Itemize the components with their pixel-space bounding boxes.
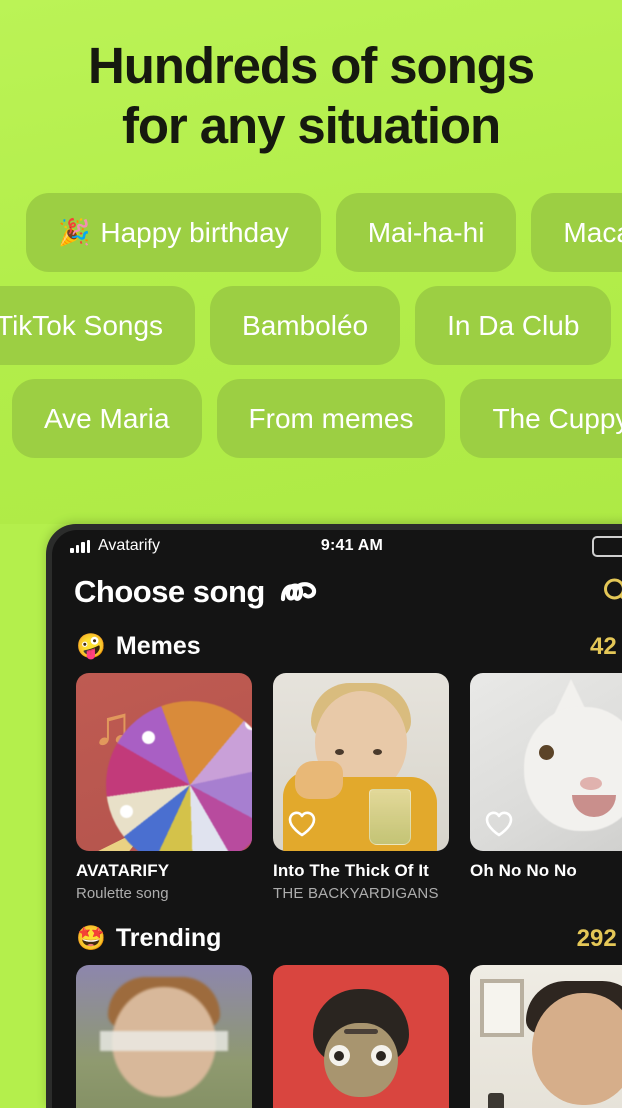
chip-from-memes[interactable]: From memes <box>216 379 446 458</box>
search-icon[interactable] <box>600 575 622 609</box>
section-count: 42 <box>589 632 617 660</box>
song-card[interactable] <box>273 965 449 1108</box>
chip-happy-birthday[interactable]: 🎉 Happy birthday <box>26 193 321 272</box>
heart-outline-icon[interactable] <box>286 808 318 840</box>
song-title: Into The Thick Of It <box>273 861 429 880</box>
section-header-memes: 🤪 Memes 42 › <box>52 610 622 661</box>
phone-screen: Avatarify 9:41 AM Choose song 🤪 Memes 42… <box>52 530 622 1108</box>
status-bar: Avatarify 9:41 AM <box>52 530 622 562</box>
star-struck-icon: 🤩 <box>76 925 106 952</box>
section-count: 292 <box>576 924 617 952</box>
chip-ave-maria[interactable]: Ave Maria <box>12 379 202 458</box>
zany-face-icon: 🤪 <box>76 633 106 660</box>
song-artwork-red-character <box>273 965 449 1108</box>
song-artwork-roulette: ♫ <box>76 673 252 851</box>
song-card[interactable]: Oh No No No <box>470 673 622 902</box>
chip-macarena[interactable]: Macarena <box>531 193 622 272</box>
section-title: Memes <box>115 632 201 660</box>
carrier-label: Avatarify <box>98 537 160 554</box>
song-title: AVATARIFY <box>76 861 170 880</box>
status-bar-left: Avatarify <box>70 537 160 555</box>
chip-label: From memes <box>248 402 414 434</box>
party-popper-icon: 🎉 <box>58 217 91 247</box>
chip-bamboleo[interactable]: Bamboléo <box>210 286 401 365</box>
category-chip-list: 🎉 Happy birthday Mai-ha-hi Macarena TikT… <box>0 193 622 472</box>
battery-icon <box>592 535 622 557</box>
chip-mai-ha-hi[interactable]: Mai-ha-hi <box>335 193 517 272</box>
section-title: Trending <box>115 924 222 952</box>
song-card[interactable]: Into The Thick Of It THE BACKYARDIGANS <box>273 673 449 902</box>
headline-line-1: Hundreds of songs <box>88 37 535 94</box>
song-card[interactable] <box>76 965 252 1108</box>
chip-the-cuppy[interactable]: The Cuppy <box>460 379 622 458</box>
chip-row: 🎉 Happy birthday Mai-ha-hi Macarena <box>26 193 622 272</box>
phone-mockup: Avatarify 9:41 AM Choose song 🤪 Memes 42… <box>46 524 622 1108</box>
song-card[interactable]: ♫ AVATARIFY Roulette song <box>76 673 252 902</box>
chip-label: Mai-ha-hi <box>367 216 485 248</box>
song-card[interactable] <box>470 965 622 1108</box>
promo-banner: Hundreds of songs for any situation 🎉 Ha… <box>0 0 622 524</box>
chip-tiktok-songs[interactable]: TikTok Songs <box>0 286 196 365</box>
signal-bars-icon <box>70 539 90 553</box>
heart-outline-icon[interactable] <box>483 808 515 840</box>
song-subtitle: THE BACKYARDIGANS <box>273 885 439 902</box>
song-artwork-cat <box>470 673 622 851</box>
chip-label: Ave Maria <box>44 402 170 434</box>
section-see-all-trending[interactable]: 292 › <box>577 925 622 953</box>
chip-row: Ave Maria From memes The Cuppy <box>12 379 622 458</box>
chip-label: Happy birthday <box>100 216 289 248</box>
chip-in-da-club[interactable]: In Da Club <box>415 286 612 365</box>
chip-label: TikTok Songs <box>0 309 164 341</box>
song-artwork-blurred-face <box>76 965 252 1108</box>
section-header-trending: 🤩 Trending 292 › <box>52 902 622 953</box>
song-artwork-man <box>470 965 622 1108</box>
headline-line-2: for any situation <box>122 97 501 155</box>
chip-label: In Da Club <box>447 309 580 341</box>
song-artwork-boy <box>273 673 449 851</box>
page-title: Hundreds of songs for any situation <box>0 0 622 156</box>
section-see-all-memes[interactable]: 42 › <box>590 633 622 661</box>
app-header: Choose song <box>52 562 622 610</box>
song-subtitle: Roulette song <box>76 885 169 902</box>
card-row-memes[interactable]: ♫ AVATARIFY Roulette song Into The Thick… <box>52 661 622 902</box>
chip-label: Macarena <box>563 216 622 248</box>
chip-label: Bamboléo <box>242 309 369 341</box>
card-row-trending[interactable] <box>52 953 622 1108</box>
chip-row: TikTok Songs Bamboléo In Da Club <box>0 286 622 365</box>
squiggle-doodle-icon <box>279 579 323 605</box>
screen-title: Choose song <box>74 574 265 609</box>
song-title: Oh No No No <box>470 861 577 880</box>
status-bar-right <box>592 535 622 557</box>
chip-label: The Cuppy <box>492 402 622 434</box>
